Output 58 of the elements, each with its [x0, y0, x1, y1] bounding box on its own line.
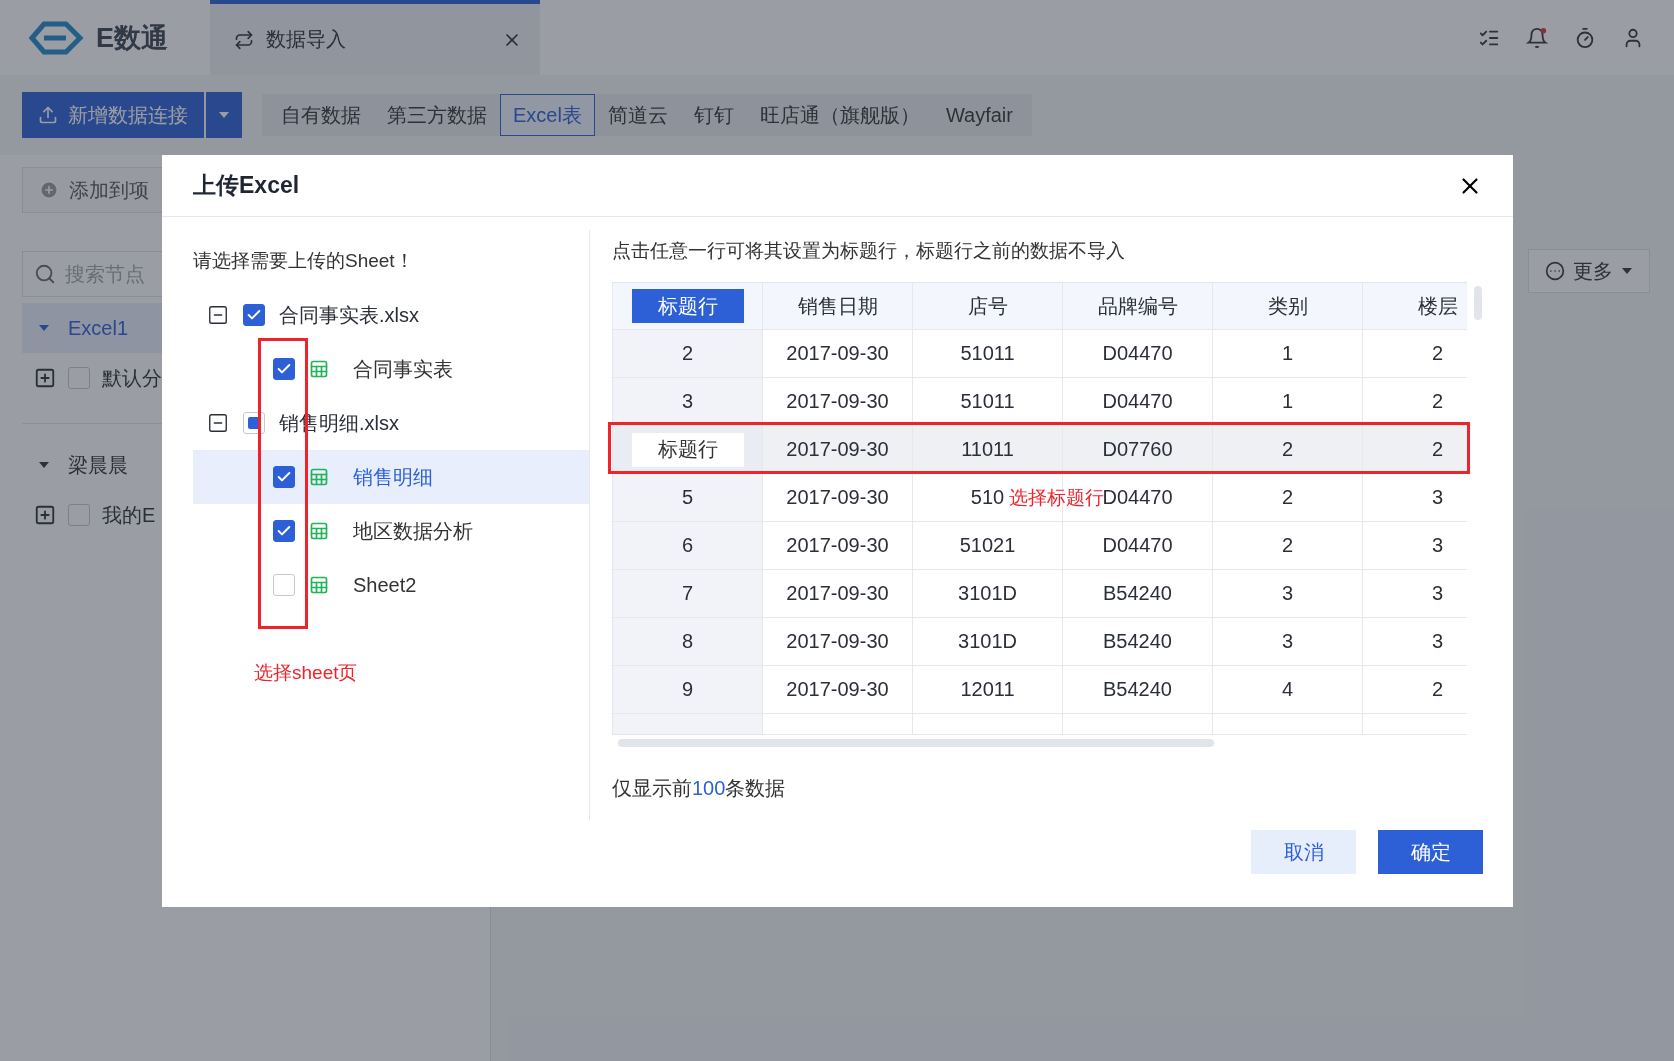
table-cell: 7: [613, 570, 763, 617]
table-cell: 2017-09-30: [763, 522, 913, 569]
table-cell: 51011: [913, 330, 1063, 377]
table-cell: B54240: [1063, 666, 1213, 713]
row-limit-note: 仅显示前100条数据: [612, 776, 787, 801]
table-cell: 2: [1363, 330, 1467, 377]
table-cell: B54240: [1063, 570, 1213, 617]
group-label: 梁晨晨: [68, 452, 128, 478]
table-cell: 1: [1213, 378, 1363, 425]
table-cell: 2017-09-30: [763, 666, 913, 713]
table-cell: 51011: [913, 378, 1063, 425]
annotation-label: 选择sheet页: [254, 661, 358, 685]
table-cell: 12011: [913, 666, 1063, 713]
table-cell: 2017-09-30: [763, 474, 913, 521]
table-cell: D04470: [1063, 522, 1213, 569]
table-cell: 2: [613, 330, 763, 377]
table-cell: 2017-09-30: [763, 426, 913, 473]
table-cell: 2: [1363, 426, 1467, 473]
group-label: Excel1: [68, 316, 129, 340]
table-cell: 3: [1213, 618, 1363, 665]
sheet-name: 合同事实表: [353, 356, 453, 382]
table-cell: D07760: [1063, 426, 1213, 473]
sheet-prompt: 请选择需要上传的Sheet！: [193, 249, 415, 273]
sheet-name: 地区数据分析: [353, 518, 473, 544]
table-cell: 4: [1213, 666, 1363, 713]
table-prompt: 点击任意一行可将其设置为标题行，标题行之前的数据不导入: [612, 239, 1126, 263]
table-cell: B54240: [1063, 618, 1213, 665]
table-cell: 9: [613, 666, 763, 713]
table-cell: 1: [1213, 330, 1363, 377]
table-cell: 11011: [913, 426, 1063, 473]
table-cell: 2: [1213, 522, 1363, 569]
table-cell: 2017-09-30: [763, 378, 913, 425]
table-cell: D04470: [1063, 378, 1213, 425]
tab-label: 数据导入: [266, 27, 347, 52]
table-cell: 3101D: [913, 570, 1063, 617]
table-cell: 3101D: [913, 618, 1063, 665]
table-cell: 2017-09-30: [763, 330, 913, 377]
table-cell: D04470: [1063, 330, 1213, 377]
table-cell: 2017-09-30: [763, 618, 913, 665]
table-cell: 2: [1363, 666, 1467, 713]
table-cell: 51021: [913, 522, 1063, 569]
table-cell: 3: [1363, 570, 1467, 617]
logo-text: E数通: [96, 21, 168, 55]
table-cell: 3: [1363, 618, 1467, 665]
table-cell: 6: [613, 522, 763, 569]
annotation-label: 选择标题行: [1009, 486, 1104, 510]
table-cell: 3: [1213, 570, 1363, 617]
table-cell: 3: [1363, 474, 1467, 521]
sheet-name: 销售明细: [353, 464, 433, 490]
table-cell: 3: [1363, 522, 1467, 569]
sheet-name: Sheet2: [353, 573, 417, 597]
table-cell: 2: [1213, 474, 1363, 521]
table-cell: 5: [613, 474, 763, 521]
table-cell: 2: [1363, 378, 1467, 425]
table-cell: 8: [613, 618, 763, 665]
table-cell: 2017-09-30: [763, 570, 913, 617]
table-cell: 3: [613, 378, 763, 425]
table-cell: 2: [1213, 426, 1363, 473]
